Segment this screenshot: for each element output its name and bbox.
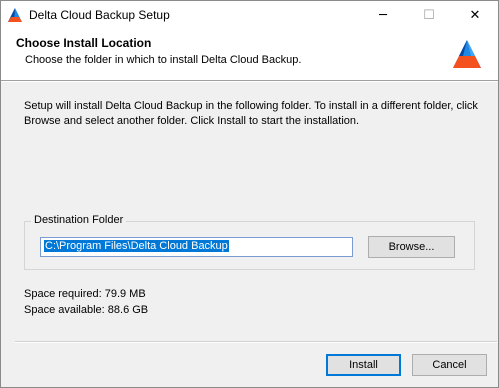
window-title: Delta Cloud Backup Setup [29,8,170,22]
cancel-button[interactable]: Cancel [412,354,487,376]
intro-text: Setup will install Delta Cloud Backup in… [24,100,478,127]
install-button[interactable]: Install [326,354,401,376]
destination-path-input[interactable]: C:\Program Files\Delta Cloud Backup [40,237,353,257]
title-bar[interactable]: Delta Cloud Backup Setup ─ ☐ ✕ [1,1,498,30]
footer-divider-highlight [15,342,497,343]
maximize-button[interactable]: ☐ [406,1,452,30]
delta-logo-icon [8,8,22,22]
minimize-button[interactable]: ─ [360,1,406,30]
space-available-text: Space available: 88.6 GB [24,304,149,316]
header-divider-highlight [1,81,498,82]
page-title: Choose Install Location [16,36,152,50]
destination-path-text: C:\Program Files\Delta Cloud Backup [44,240,229,252]
page-subtitle: Choose the folder in which to install De… [25,54,302,66]
page-header: Choose Install Location Choose the folde… [1,30,498,80]
installer-window: Delta Cloud Backup Setup ─ ☐ ✕ Choose In… [0,0,499,388]
close-button[interactable]: ✕ [452,1,498,30]
destination-group-label: Destination Folder [31,214,127,226]
browse-button[interactable]: Browse... [368,236,455,258]
space-required-text: Space required: 79.9 MB [24,288,146,300]
delta-logo-icon [453,40,481,68]
